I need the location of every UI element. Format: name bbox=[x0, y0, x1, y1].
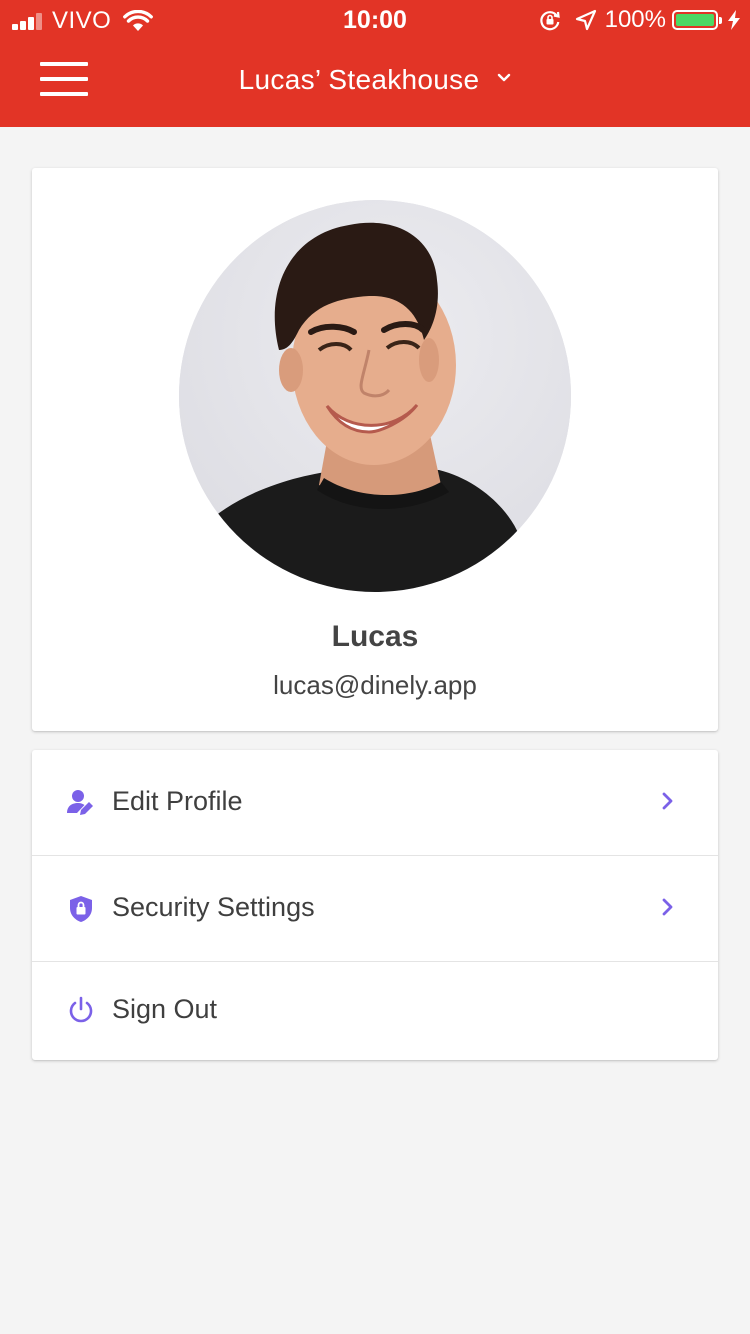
location-arrow-icon bbox=[575, 9, 596, 31]
battery-percent: 100% bbox=[604, 6, 666, 33]
avatar[interactable] bbox=[179, 200, 571, 592]
profile-card: Lucas lucas@dinely.app bbox=[32, 168, 718, 731]
profile-photo bbox=[179, 200, 571, 592]
security-settings-button[interactable]: Security Settings bbox=[32, 856, 718, 961]
edit-profile-label: Edit Profile bbox=[112, 786, 243, 816]
edit-user-icon bbox=[67, 790, 93, 815]
orientation-lock-icon bbox=[539, 11, 560, 31]
profile-name: Lucas bbox=[331, 620, 419, 653]
app-header: VIVO 10:00 100% Lucas’ Steakhouse bbox=[0, 0, 750, 127]
chevron-right-icon bbox=[662, 898, 673, 916]
sign-out-button[interactable]: Sign Out bbox=[32, 962, 718, 1060]
sign-out-label: Sign Out bbox=[112, 994, 218, 1024]
menu-hamburger-icon[interactable] bbox=[40, 62, 88, 96]
chevron-right-icon bbox=[662, 792, 673, 810]
battery-icon bbox=[672, 10, 722, 30]
charging-bolt-icon bbox=[728, 10, 740, 30]
power-icon bbox=[69, 996, 93, 1023]
chevron-down-icon bbox=[498, 73, 511, 82]
shield-lock-icon bbox=[70, 896, 92, 922]
restaurant-name: Lucas’ Steakhouse bbox=[238, 64, 480, 95]
security-settings-label: Security Settings bbox=[112, 892, 315, 922]
profile-email: lucas@dinely.app bbox=[273, 670, 477, 700]
account-menu: Edit Profile Security Settings Sign Out bbox=[32, 750, 718, 1060]
edit-profile-button[interactable]: Edit Profile bbox=[32, 750, 718, 855]
restaurant-switcher[interactable]: Lucas’ Steakhouse bbox=[239, 64, 512, 96]
status-bar: VIVO 10:00 100% bbox=[0, 0, 750, 40]
